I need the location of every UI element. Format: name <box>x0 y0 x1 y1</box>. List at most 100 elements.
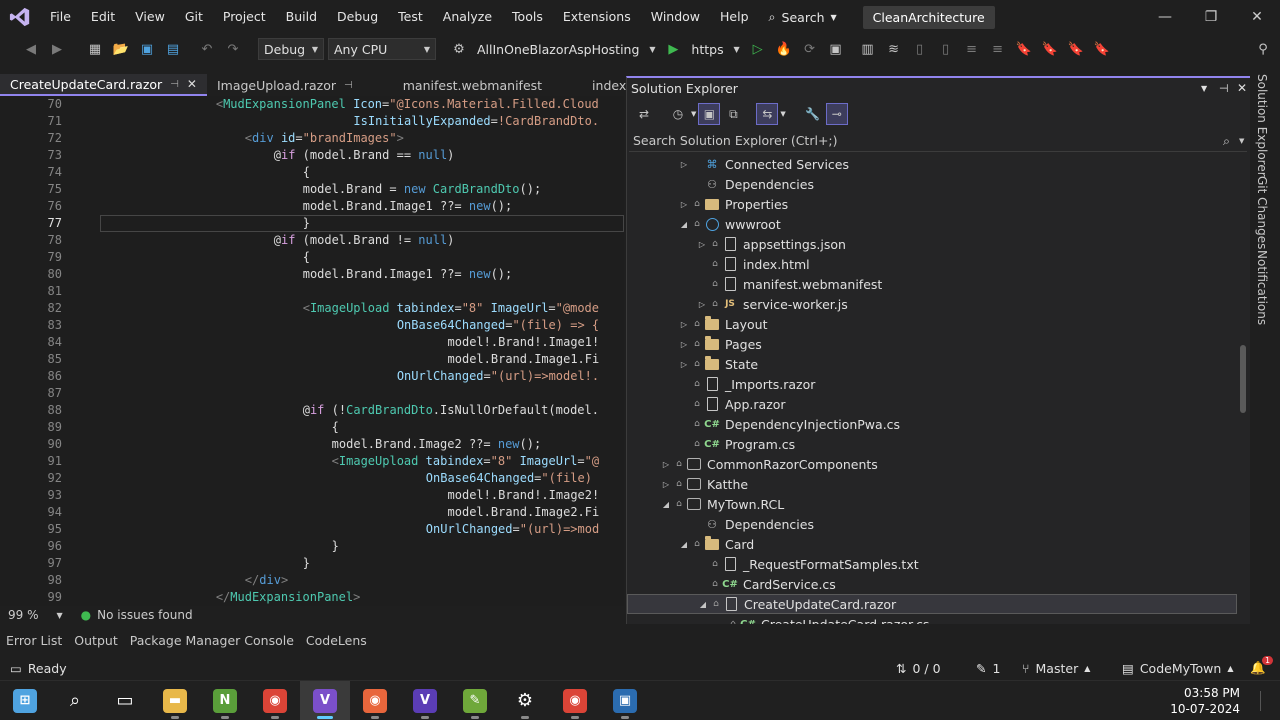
editor-tab[interactable]: manifest.webmanifest <box>393 74 552 96</box>
chevron-down-icon[interactable]: ▼ <box>1239 137 1244 145</box>
live-share-icon[interactable]: ⚲ <box>1252 38 1274 60</box>
tree-node[interactable]: ⚇ Dependencies <box>627 174 1237 194</box>
run-target[interactable]: https <box>688 42 726 57</box>
collapse-arrow-icon[interactable]: ◢ <box>677 540 691 549</box>
taskbar-windows-start[interactable]: ⊞ <box>0 681 50 720</box>
editor-tab[interactable]: CreateUpdateCard.razor ⊣ ✕ <box>0 74 207 96</box>
start-without-debugging-icon[interactable]: ▷ <box>747 38 769 60</box>
redo-icon[interactable]: ↷ <box>222 38 244 60</box>
startup-project-gear-icon[interactable]: ⚙ <box>448 38 470 60</box>
bottom-tab-error-list[interactable]: Error List <box>0 633 68 648</box>
taskbar-search[interactable]: ⌕ <box>50 681 100 720</box>
menu-item-view[interactable]: View <box>125 0 175 34</box>
taskbar-firefox[interactable]: ◉ <box>350 681 400 720</box>
search-button[interactable]: ⌕ Search ▼ <box>759 0 847 34</box>
collapse-all-icon[interactable]: ▣ <box>698 103 721 125</box>
menu-item-tools[interactable]: Tools <box>502 0 553 34</box>
zoom-level[interactable]: 99 % <box>0 608 39 622</box>
branch-selector[interactable]: ⑂ Master ▲ <box>1012 661 1100 676</box>
sync-status[interactable]: ⇅ 0 / 0 <box>886 661 951 676</box>
close-tab-icon[interactable]: ✕ <box>187 77 197 91</box>
restore-button[interactable]: ❐ <box>1188 0 1234 34</box>
taskbar-vs-installer[interactable]: ✎ <box>450 681 500 720</box>
expand-arrow-icon[interactable]: ▷ <box>677 160 691 169</box>
menu-item-test[interactable]: Test <box>388 0 433 34</box>
solution-explorer-scrollbar[interactable] <box>1240 345 1246 413</box>
bookmark-prev-icon[interactable]: 🔖 <box>1039 38 1061 60</box>
open-folder-icon[interactable]: 📂 <box>110 38 132 60</box>
menu-item-file[interactable]: File <box>40 0 81 34</box>
bottom-tab-output[interactable]: Output <box>68 633 123 648</box>
taskbar-visual-studio[interactable]: V <box>300 680 350 720</box>
uncomment-icon[interactable]: ▯ <box>935 38 957 60</box>
preview-selected-icon[interactable]: ⊸ <box>825 103 848 125</box>
expand-arrow-icon[interactable]: ▷ <box>677 360 691 369</box>
tree-node[interactable]: ⌂ index.html <box>627 254 1237 274</box>
tree-node[interactable]: ▷ ⌂ Katthe <box>627 474 1237 494</box>
undo-icon[interactable]: ↶ <box>196 38 218 60</box>
indent-icon[interactable]: ≡ <box>961 38 983 60</box>
back-icon[interactable]: ◀ <box>20 38 42 60</box>
outdent-icon[interactable]: ≡ <box>987 38 1009 60</box>
taskbar-notepad-plus-plus[interactable]: N <box>200 681 250 720</box>
expand-arrow-icon[interactable]: ▷ <box>677 200 691 209</box>
bottom-tab-package-manager-console[interactable]: Package Manager Console <box>124 633 300 648</box>
tree-node[interactable]: ◢ ⌂ wwwroot <box>627 214 1237 234</box>
bottom-tab-codelens[interactable]: CodeLens <box>300 633 373 648</box>
tree-node[interactable]: ⌂ C# Program.cs <box>627 434 1237 454</box>
tree-node[interactable]: ▷ ⌂ Pages <box>627 334 1237 354</box>
format-icon[interactable]: ≋ <box>883 38 905 60</box>
tree-node[interactable]: ▷ ⌂ Layout <box>627 314 1237 334</box>
rail-tab-git-changes[interactable]: Git Changes <box>1255 176 1269 249</box>
menu-item-project[interactable]: Project <box>213 0 276 34</box>
taskbar-clock[interactable]: 03:58 PM 10-07-2024 <box>1170 681 1240 720</box>
expand-arrow-icon[interactable]: ▷ <box>677 320 691 329</box>
edits-status[interactable]: ✎ 1 <box>966 661 1010 676</box>
collapse-arrow-icon[interactable]: ◢ <box>677 220 691 229</box>
tree-node[interactable]: ▷ ⌂ State <box>627 354 1237 374</box>
sync-with-document-icon[interactable]: ⇆ <box>756 103 779 125</box>
issues-status[interactable]: No issues found <box>97 608 192 622</box>
solution-explorer-search[interactable]: Search Solution Explorer (Ctrl+;) ⌕ ▼ <box>629 130 1247 152</box>
bookmark-icon[interactable]: 🔖 <box>1013 38 1035 60</box>
tree-node[interactable]: ▷ ⌂ appsettings.json <box>627 234 1237 254</box>
repo-selector[interactable]: ▤ CodeMyTown ▲ <box>1112 661 1243 676</box>
taskbar-remote-app[interactable]: ▣ <box>600 681 650 720</box>
tree-node[interactable]: ▷ ⌂ Properties <box>627 194 1237 214</box>
search-icon[interactable]: ⌕ <box>1223 133 1230 149</box>
menu-item-edit[interactable]: Edit <box>81 0 125 34</box>
menu-item-debug[interactable]: Debug <box>327 0 388 34</box>
tree-node[interactable]: ◢ ⌂ CreateUpdateCard.razor <box>627 594 1237 614</box>
comment-icon[interactable]: ▯ <box>909 38 931 60</box>
new-item-icon[interactable]: ▦ <box>84 38 106 60</box>
taskbar-visual-studio-preview[interactable]: V <box>400 681 450 720</box>
bookmark-clear-icon[interactable]: 🔖 <box>1091 38 1113 60</box>
configuration-select[interactable]: Debug ▼ <box>258 38 324 60</box>
hot-reload-icon[interactable]: 🔥 <box>773 38 795 60</box>
show-all-files-icon[interactable]: ⧉ <box>722 103 744 125</box>
chevron-down-icon[interactable]: ▼ <box>1201 84 1207 93</box>
tree-node[interactable]: ◢ ⌂ MyTown.RCL <box>627 494 1237 514</box>
chevron-down-icon[interactable]: ▼ <box>646 38 658 60</box>
menu-item-git[interactable]: Git <box>175 0 213 34</box>
close-window-button[interactable]: ✕ <box>1234 0 1280 34</box>
expand-arrow-icon[interactable]: ▷ <box>695 300 709 309</box>
expand-arrow-icon[interactable]: ▷ <box>659 480 673 489</box>
expand-arrow-icon[interactable]: ▷ <box>659 460 673 469</box>
pin-icon[interactable]: ⊣ <box>170 79 179 90</box>
tree-node[interactable]: ⌂ _Imports.razor <box>627 374 1237 394</box>
rail-tab-notifications[interactable]: Notifications <box>1255 250 1269 325</box>
platform-select[interactable]: Any CPU ▼ <box>328 38 436 60</box>
menu-item-help[interactable]: Help <box>710 0 759 34</box>
menu-item-build[interactable]: Build <box>276 0 327 34</box>
menu-item-analyze[interactable]: Analyze <box>433 0 502 34</box>
tree-node[interactable]: ◢ ⌂ Card <box>627 534 1237 554</box>
pending-changes-icon[interactable]: ◷ <box>667 103 689 125</box>
browser-link-icon[interactable]: ⟳ <box>799 38 821 60</box>
chevron-down-icon[interactable]: ▼ <box>57 611 63 620</box>
show-desktop-button[interactable] <box>1260 691 1274 711</box>
taskbar-file-explorer[interactable]: ▬ <box>150 681 200 720</box>
expand-arrow-icon[interactable]: ▷ <box>695 240 709 249</box>
taskbar-settings[interactable]: ⚙ <box>500 681 550 720</box>
tree-node[interactable]: ⌂ manifest.webmanifest <box>627 274 1237 294</box>
